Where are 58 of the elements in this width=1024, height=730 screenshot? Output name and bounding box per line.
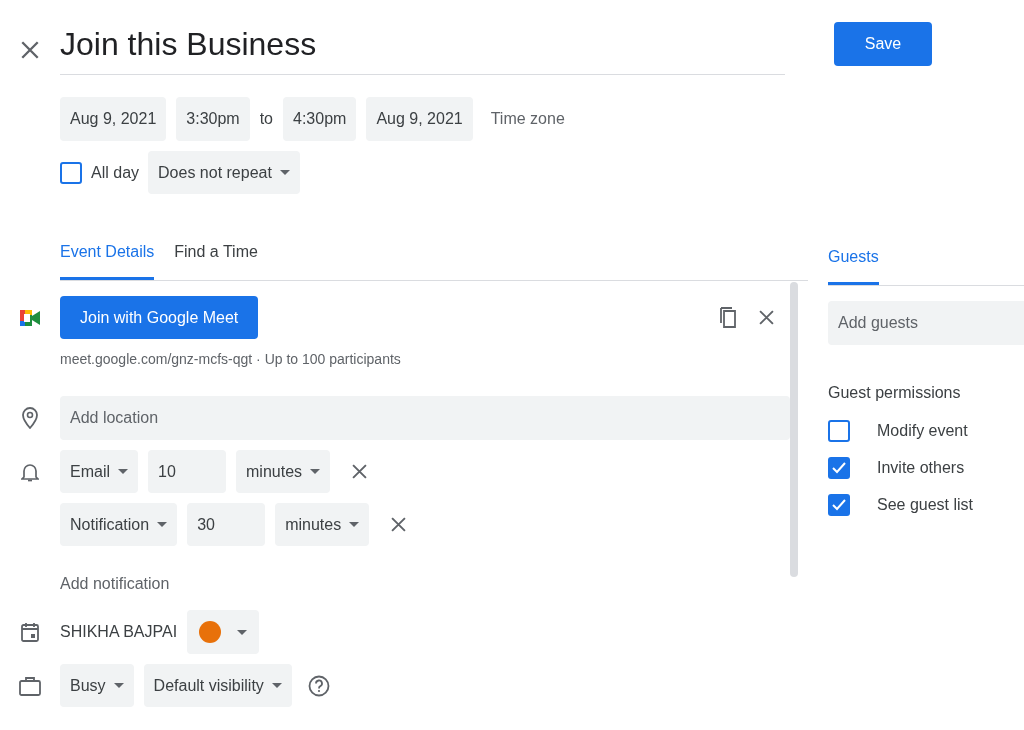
- close-icon[interactable]: [352, 464, 368, 479]
- help-icon[interactable]: [307, 674, 330, 697]
- scrollbar-thumb[interactable]: [790, 282, 798, 577]
- checkbox[interactable]: [828, 420, 850, 442]
- caret-icon: [118, 469, 128, 474]
- time-zone-link[interactable]: Time zone: [490, 107, 565, 131]
- close-icon[interactable]: [759, 310, 774, 325]
- video-camera-icon: [18, 308, 42, 328]
- close-icon[interactable]: [391, 517, 407, 532]
- end-date[interactable]: Aug 9, 2021: [366, 97, 473, 141]
- checkmark-icon: [832, 499, 846, 511]
- calendar-color-dropdown[interactable]: [187, 610, 260, 654]
- end-time[interactable]: 4:30pm: [283, 97, 357, 141]
- caret-icon: [279, 170, 290, 175]
- permission-label: Invite others: [877, 458, 965, 478]
- meet-info: meet.google.com/gnz-mcfs-qgt · Up to 100 participants: [60, 350, 402, 369]
- repeat-dropdown[interactable]: Does not repeat: [148, 151, 300, 194]
- notification-time-field[interactable]: 10: [148, 450, 226, 493]
- checkbox[interactable]: [60, 161, 82, 184]
- notification-unit-dropdown[interactable]: minutes: [275, 503, 370, 546]
- permission-label: Modify event: [877, 421, 968, 441]
- bell-icon: [21, 461, 39, 482]
- checkmark-icon: [832, 462, 846, 474]
- tab[interactable]: Event Details: [60, 240, 155, 280]
- start-time[interactable]: 3:30pm: [176, 97, 250, 141]
- guest-permissions-heading: Guest permissions: [828, 383, 962, 403]
- visibility-dropdown[interactable]: Default visibility: [143, 664, 292, 707]
- add-guests-field[interactable]: Add guests: [828, 301, 1024, 345]
- start-date[interactable]: Aug 9, 2021: [60, 97, 167, 141]
- to-label: to: [259, 109, 273, 129]
- caret-icon: [113, 683, 124, 688]
- close-icon[interactable]: [21, 40, 39, 59]
- caret-icon: [349, 522, 360, 527]
- location-field[interactable]: Add location: [60, 396, 790, 440]
- checkbox[interactable]: [828, 494, 850, 516]
- save-button[interactable]: Save: [834, 22, 932, 66]
- notification-method-dropdown[interactable]: Email: [60, 450, 138, 493]
- caret-icon: [310, 469, 321, 474]
- location-pin-icon: [22, 407, 38, 429]
- event-title[interactable]: Join this Business: [60, 24, 785, 64]
- guests-tab[interactable]: Guests: [828, 245, 879, 285]
- availability-dropdown[interactable]: Busy: [60, 664, 134, 707]
- notification-time-field[interactable]: 30: [187, 503, 266, 546]
- caret-icon: [237, 629, 248, 635]
- notification-unit-dropdown[interactable]: minutes: [236, 450, 331, 493]
- caret-icon: [271, 683, 282, 688]
- notification-method-dropdown[interactable]: Notification: [60, 503, 178, 546]
- calendar-icon: [21, 622, 39, 642]
- checkbox[interactable]: [828, 457, 850, 479]
- permission-label: See guest list: [877, 495, 974, 515]
- all-day-label: All day: [91, 162, 140, 183]
- calendar-owner: SHIKHA BAJPAI: [60, 622, 178, 642]
- caret-icon: [157, 522, 168, 527]
- copy-icon[interactable]: [719, 306, 739, 329]
- join-meet-button[interactable]: Join with Google Meet: [60, 296, 259, 339]
- briefcase-icon: [19, 675, 41, 696]
- add-notification-link[interactable]: Add notification: [60, 572, 170, 596]
- tab[interactable]: Find a Time: [174, 240, 258, 280]
